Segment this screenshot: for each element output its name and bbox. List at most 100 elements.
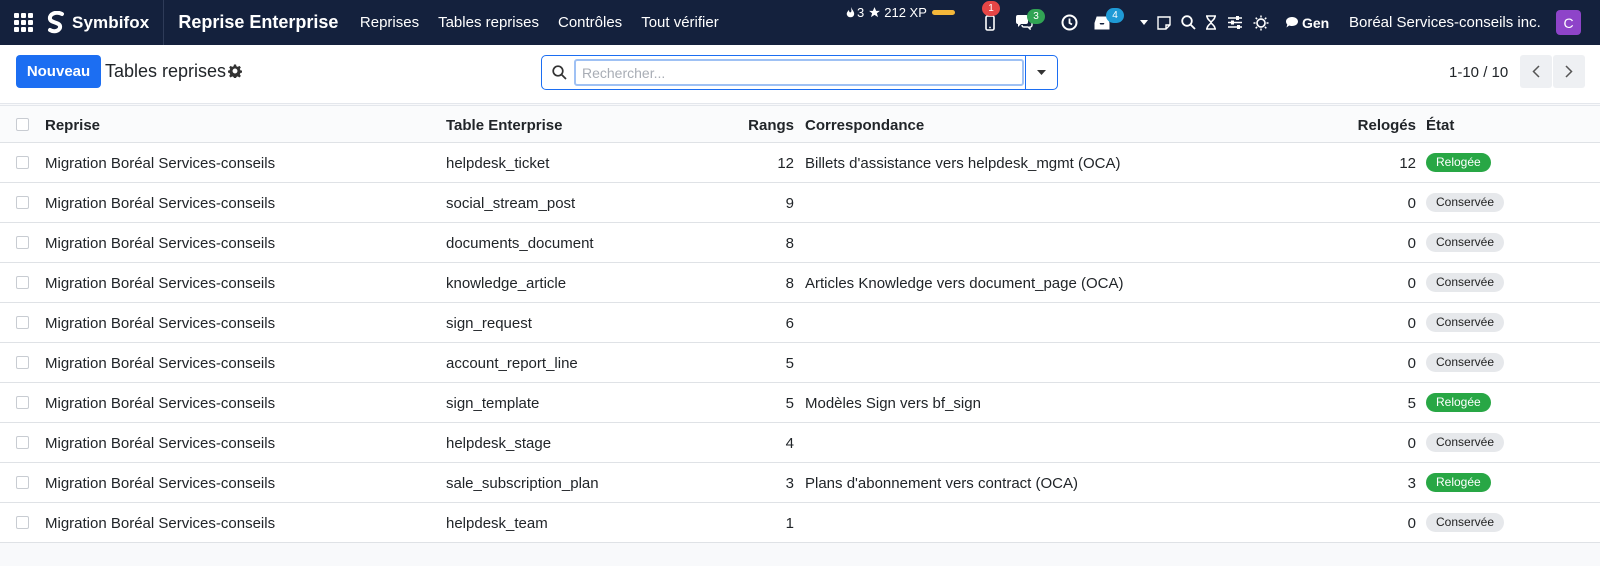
- status-badge: Conservée: [1426, 353, 1505, 372]
- activity-button[interactable]: [1058, 0, 1080, 45]
- status-badge: Conservée: [1426, 193, 1505, 212]
- chevron-right-icon: [1565, 65, 1573, 78]
- app-title[interactable]: Reprise Enterprise: [178, 12, 338, 33]
- notes-button[interactable]: [1155, 0, 1173, 45]
- caret-down-icon: [1140, 20, 1148, 25]
- chat-badge: 3: [1027, 9, 1045, 24]
- table-row[interactable]: Migration Boréal Services-conseils docume…: [0, 223, 1600, 263]
- brand-name: Symbifox: [72, 12, 150, 32]
- search-button[interactable]: [1179, 0, 1197, 45]
- cell-rangs: 3: [785, 475, 794, 492]
- cell-rangs: 8: [785, 235, 794, 252]
- cell-reprise: Migration Boréal Services-conseils: [45, 155, 276, 172]
- hourglass-icon: [1206, 15, 1216, 30]
- cell-table-enterprise: sign_template: [446, 395, 540, 412]
- cell-reloges: 0: [1407, 235, 1416, 252]
- sticky-note-icon: [1157, 15, 1171, 30]
- timer-button[interactable]: [1203, 0, 1219, 45]
- column-header-rangs[interactable]: Rangs: [748, 117, 794, 134]
- theme-toggle-button[interactable]: [1252, 0, 1270, 45]
- table-row[interactable]: Migration Boréal Services-conseils helpde…: [0, 423, 1600, 463]
- status-badge: Relogée: [1426, 473, 1491, 492]
- cell-rangs: 4: [785, 435, 794, 452]
- row-checkbox[interactable]: [16, 356, 29, 369]
- table-row[interactable]: Migration Boréal Services-conseils sign_t…: [0, 383, 1600, 423]
- pager-value[interactable]: 1-10 / 10: [1449, 64, 1508, 81]
- status-badge: Relogée: [1426, 393, 1491, 412]
- table-row[interactable]: Migration Boréal Services-conseils sign_r…: [0, 303, 1600, 343]
- top-navbar: Symbifox Reprise Enterprise Reprises Tab…: [0, 0, 1600, 45]
- chat-button[interactable]: 3: [1013, 0, 1045, 45]
- page-title: Tables reprises: [105, 61, 227, 81]
- cell-table-enterprise: helpdesk_stage: [446, 435, 552, 452]
- cell-table-enterprise: account_report_line: [446, 355, 578, 372]
- status-badge: Conservée: [1426, 433, 1505, 452]
- menu-item-tout-verifier[interactable]: Tout vérifier: [632, 14, 729, 31]
- magnifier-icon: [1180, 15, 1196, 30]
- row-checkbox[interactable]: [16, 436, 29, 449]
- table-row[interactable]: Migration Boréal Services-conseils accoun…: [0, 343, 1600, 383]
- gen-assistant-button[interactable]: Gen: [1285, 0, 1329, 45]
- cell-table-enterprise: documents_document: [446, 235, 594, 252]
- row-checkbox[interactable]: [16, 516, 29, 529]
- company-switcher[interactable]: Boréal Services-conseils inc.: [1349, 0, 1541, 45]
- pager-previous-button[interactable]: [1520, 55, 1552, 88]
- column-header-correspondance[interactable]: Correspondance: [805, 117, 924, 134]
- systray-dropdown[interactable]: [1138, 0, 1150, 45]
- speech-bubble-icon: [1286, 17, 1298, 28]
- phone-badge: 1: [982, 1, 1000, 16]
- cell-correspondance: Modèles Sign vers bf_sign: [805, 395, 981, 412]
- inbox-button[interactable]: 4: [1091, 0, 1124, 45]
- phone-button[interactable]: 1: [980, 0, 1000, 45]
- select-all-checkbox[interactable]: [16, 118, 29, 131]
- cell-reprise: Migration Boréal Services-conseils: [45, 355, 276, 372]
- new-button[interactable]: Nouveau: [16, 55, 101, 88]
- main-menu: Reprises Tables reprises Contrôles Tout …: [350, 14, 728, 31]
- row-checkbox[interactable]: [16, 476, 29, 489]
- xp-progress-bar: [931, 10, 955, 15]
- menu-item-controles[interactable]: Contrôles: [548, 14, 631, 31]
- menu-item-reprises[interactable]: Reprises: [350, 14, 428, 31]
- star-icon: [869, 7, 881, 18]
- column-header-etat[interactable]: État: [1426, 117, 1454, 134]
- status-badge: Conservée: [1426, 513, 1505, 532]
- cell-reprise: Migration Boréal Services-conseils: [45, 275, 276, 292]
- row-checkbox[interactable]: [16, 276, 29, 289]
- settings-sliders-button[interactable]: [1227, 0, 1243, 45]
- row-checkbox[interactable]: [16, 316, 29, 329]
- column-header-reprise[interactable]: Reprise: [45, 117, 100, 134]
- table-row[interactable]: Migration Boréal Services-conseils sale_s…: [0, 463, 1600, 503]
- table-row[interactable]: Migration Boréal Services-conseils helpde…: [0, 503, 1600, 543]
- gear-icon[interactable]: [228, 64, 242, 78]
- table-row[interactable]: Migration Boréal Services-conseils knowle…: [0, 263, 1600, 303]
- cell-rangs: 6: [785, 315, 794, 332]
- table-row[interactable]: Migration Boréal Services-conseils social…: [0, 183, 1600, 223]
- row-checkbox[interactable]: [16, 156, 29, 169]
- status-badge: Conservée: [1426, 233, 1505, 252]
- cell-reprise: Migration Boréal Services-conseils: [45, 315, 276, 332]
- row-checkbox[interactable]: [16, 196, 29, 209]
- row-checkbox[interactable]: [16, 236, 29, 249]
- status-badge: Relogée: [1426, 153, 1491, 172]
- cell-reprise: Migration Boréal Services-conseils: [45, 515, 276, 532]
- menu-item-tables-reprises[interactable]: Tables reprises: [429, 14, 549, 31]
- cell-reloges: 0: [1407, 515, 1416, 532]
- xp-indicator[interactable]: 3 212 XP: [846, 5, 955, 20]
- search-input[interactable]: [574, 59, 1024, 86]
- cell-reprise: Migration Boréal Services-conseils: [45, 435, 276, 452]
- brand[interactable]: Symbifox: [46, 0, 165, 45]
- pager-next-button[interactable]: [1553, 55, 1585, 88]
- column-header-reloges[interactable]: Relogés: [1358, 117, 1416, 134]
- search-options-toggle[interactable]: [1025, 56, 1057, 89]
- grid-icon: [13, 13, 33, 32]
- column-header-table-enterprise[interactable]: Table Enterprise: [446, 117, 562, 134]
- cell-rangs: 5: [785, 355, 794, 372]
- apps-menu-button[interactable]: [0, 0, 46, 45]
- user-avatar[interactable]: C: [1556, 10, 1581, 35]
- table-row[interactable]: Migration Boréal Services-conseils helpde…: [0, 143, 1600, 183]
- row-checkbox[interactable]: [16, 396, 29, 409]
- search-icon: [552, 65, 567, 80]
- cell-correspondance: Articles Knowledge vers document_page (O…: [805, 275, 1124, 292]
- cell-rangs: 8: [785, 275, 794, 292]
- cell-reloges: 0: [1407, 195, 1416, 212]
